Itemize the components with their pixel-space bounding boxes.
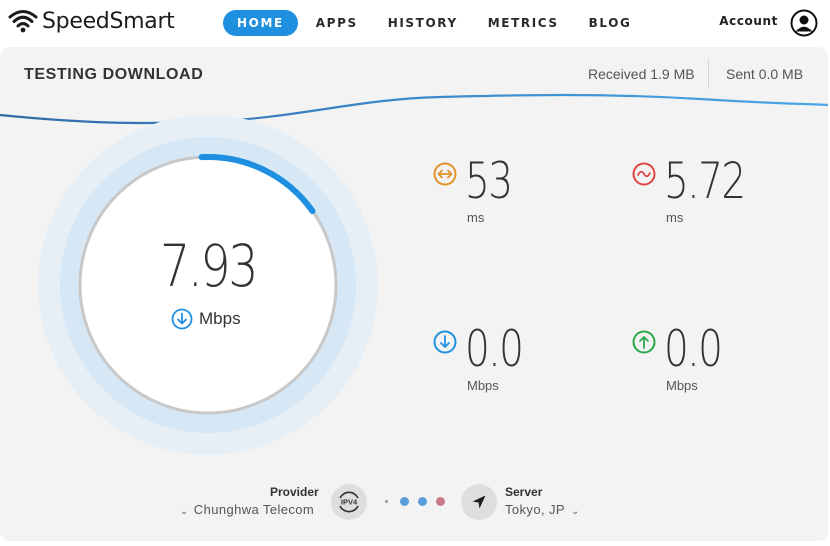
ip-version-button[interactable]: IPV4 — [331, 484, 367, 520]
download-arrow-icon — [171, 308, 193, 330]
ipv4-badge-text: IPV4 — [341, 498, 358, 507]
nav-blog[interactable]: BLOG — [589, 10, 632, 36]
ipv4-badge-icon: IPV4 — [339, 491, 359, 513]
main-nav: HOME APPS HISTORY METRICS BLOG — [223, 10, 661, 36]
progress-dot — [436, 497, 445, 506]
account-link[interactable]: Account — [719, 14, 778, 28]
gauge-unit-row: Mbps — [171, 308, 241, 330]
progress-dot — [400, 497, 409, 506]
ping-arrows-icon — [433, 162, 457, 186]
progress-dot — [418, 497, 427, 506]
ping-value: 53 — [465, 152, 513, 210]
jitter-value: 5.72 — [664, 152, 746, 210]
provider-dropdown[interactable]: ⌄ Chunghwa Telecom — [180, 502, 314, 517]
provider-value: Chunghwa Telecom — [193, 502, 315, 517]
user-circle-icon[interactable] — [790, 9, 818, 37]
nav-history[interactable]: HISTORY — [388, 10, 458, 36]
ping-unit: ms — [467, 210, 485, 225]
nav-metrics[interactable]: METRICS — [488, 10, 559, 36]
upload-value: 0.0 — [664, 320, 723, 378]
server-value: Tokyo, JP — [505, 502, 565, 517]
stat-divider — [708, 59, 709, 89]
chevron-down-icon: ⌄ — [180, 506, 189, 517]
sent-stat: Sent 0.0 MB — [726, 66, 804, 82]
gauge-speed-value: 7.93 — [159, 232, 259, 300]
speed-test-panel: TESTING DOWNLOAD Received 1.9 MB Sent 0.… — [0, 47, 828, 541]
download-value: 0.0 — [465, 320, 524, 378]
brand-name: SpeedSmart — [42, 8, 175, 34]
location-arrow-icon — [472, 495, 486, 509]
download-unit: Mbps — [467, 378, 499, 393]
chevron-down-icon: ⌄ — [570, 506, 580, 517]
progress-dot — [385, 500, 388, 503]
server-location-button[interactable] — [461, 484, 497, 520]
server-label: Server — [505, 485, 543, 499]
upload-unit: Mbps — [666, 378, 698, 393]
received-stat: Received 1.9 MB — [588, 66, 695, 82]
jitter-unit: ms — [666, 210, 684, 225]
wifi-logo-icon — [8, 10, 38, 33]
nav-home[interactable]: HOME — [223, 10, 298, 36]
nav-apps[interactable]: APPS — [316, 10, 358, 36]
server-dropdown[interactable]: Tokyo, JP ⌄ — [505, 502, 580, 517]
download-arrow-icon — [433, 330, 457, 354]
test-status-title: TESTING DOWNLOAD — [24, 66, 204, 83]
gauge-unit-label: Mbps — [199, 309, 241, 328]
jitter-wave-icon — [632, 162, 656, 186]
provider-label: Provider — [270, 485, 319, 499]
brand-logo[interactable]: SpeedSmart — [8, 8, 175, 34]
top-header: SpeedSmart HOME APPS HISTORY METRICS BLO… — [0, 0, 830, 46]
upload-arrow-icon — [632, 330, 656, 354]
